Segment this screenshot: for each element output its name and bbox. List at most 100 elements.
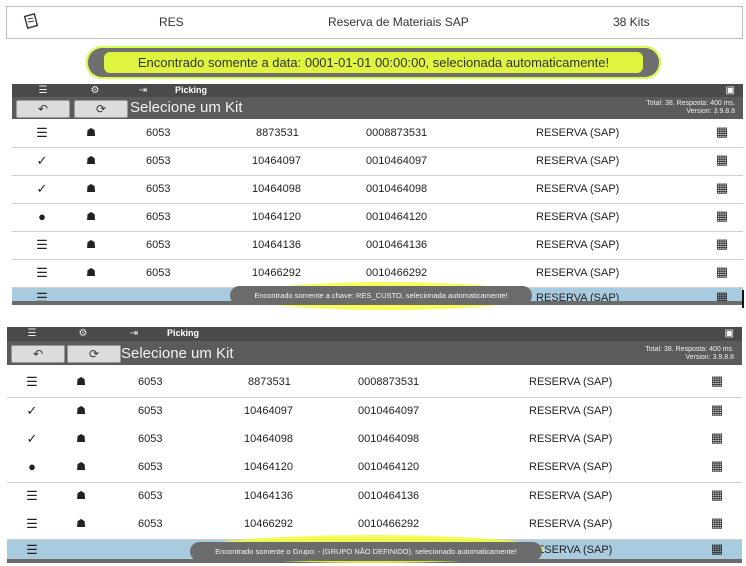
top-menu-bar: ☰ ⚙ ⇥ Picking ▣ <box>7 327 742 341</box>
row-number: 6053 <box>146 239 171 251</box>
menu-icon[interactable]: ☰ <box>34 84 52 97</box>
row-type: RESERVA (SAP) <box>529 433 613 445</box>
row-code: 10466292 <box>244 518 293 530</box>
kit-summary-row[interactable]: RES Reserva de Materiais SAP 38 Kits <box>6 6 743 39</box>
toast-grupo: Encontrado somente o Grupo: - (GRUPO NÃO… <box>190 542 542 561</box>
user-icon: ☗ <box>76 433 86 445</box>
boxes-icon[interactable]: ▦ <box>712 264 732 280</box>
summary-code: RES <box>159 15 184 29</box>
boxes-icon[interactable]: ▦ <box>707 487 727 503</box>
row-number: 6053 <box>138 461 163 473</box>
picking-panel-1: ☰ ⚙ ⇥ Picking ▣ ↶ ⟳ Selecione um Kit Tot… <box>12 84 743 305</box>
stats: Total: 38. Resposta: 400 ms. Version: 3.… <box>646 100 735 116</box>
table-row[interactable]: ✓ ☗ 6053 10464098 0010464098 RESERVA (SA… <box>7 426 742 455</box>
kit-toolbar: ↶ ⟳ Selecione um Kit Total: 38. Resposta… <box>7 341 742 365</box>
picking-panel-2: ☰ ⚙ ⇥ Picking ▣ ↶ ⟳ Selecione um Kit Tot… <box>7 327 742 564</box>
boxes-icon[interactable]: ▦ <box>707 430 727 446</box>
chat-icon: ● <box>28 459 36 474</box>
table-row[interactable]: ☰ ☗ 6053 8873531 0008873531 RESERVA (SAP… <box>7 369 742 398</box>
status-list-icon: ☰ <box>26 542 38 557</box>
row-number: 6053 <box>146 127 171 139</box>
back-button[interactable]: ↶ <box>11 345 65 363</box>
check-icon: ✓ <box>36 153 48 168</box>
boxes-icon[interactable]: ▦ <box>712 152 732 168</box>
row-code-full: 0010464097 <box>366 155 428 167</box>
exit-icon[interactable]: ⇥ <box>125 327 143 340</box>
boxes-icon[interactable]: ▦ <box>707 541 727 557</box>
status-list-icon: ☰ <box>36 125 48 140</box>
boxes-icon[interactable]: ▦ <box>712 180 732 196</box>
refresh-button[interactable]: ⟳ <box>74 100 128 118</box>
boxes-icon[interactable]: ▦ <box>707 515 727 531</box>
row-code-full: 0010466292 <box>366 267 428 279</box>
boxes-icon[interactable]: ▦ <box>712 208 732 224</box>
stats-version: Version: 3.9.8.8 <box>685 354 734 361</box>
boxes-icon[interactable]: ▦ <box>707 458 727 474</box>
row-code-full: 0010464120 <box>366 211 428 223</box>
stats-total: Total: 38. Resposta: 400 ms. <box>646 100 735 107</box>
row-code-full: 0008873531 <box>366 127 428 139</box>
back-button[interactable]: ↶ <box>16 100 70 118</box>
user-icon: ☗ <box>76 518 86 530</box>
row-code-full: 0010464098 <box>366 183 428 195</box>
row-code: 8873531 <box>248 376 291 388</box>
menu-icon[interactable]: ☰ <box>23 327 41 340</box>
refresh-button[interactable]: ⟳ <box>67 345 121 363</box>
row-code: 10464136 <box>252 239 301 251</box>
status-list-icon: ☰ <box>26 488 38 503</box>
check-icon: ✓ <box>26 431 38 446</box>
row-code: 10464097 <box>244 405 293 417</box>
row-number: 6053 <box>146 155 171 167</box>
row-type: RESERVA (SAP) <box>529 376 613 388</box>
user-icon: ☗ <box>86 155 96 167</box>
boxes-icon[interactable]: ▦ <box>712 124 732 140</box>
boxes-icon[interactable]: ▦ <box>707 373 727 389</box>
user-icon[interactable]: ▣ <box>726 84 735 97</box>
kit-toolbar: ↶ ⟳ Selecione um Kit Total: 38. Resposta… <box>12 97 743 119</box>
app-title: Picking <box>175 85 208 95</box>
user-icon: ☗ <box>86 127 96 139</box>
table-row[interactable]: ✓ ☗ 6053 10464098 0010464098 RESERVA (SA… <box>12 176 743 204</box>
table-row[interactable]: ☰ ☗ 6053 10464136 0010464136 RESERVA (SA… <box>12 232 743 260</box>
check-icon: ✓ <box>26 403 38 418</box>
row-code-full: 0008873531 <box>358 376 420 388</box>
top-menu-bar: ☰ ⚙ ⇥ Picking ▣ <box>12 84 743 97</box>
settings-icon[interactable]: ⚙ <box>86 84 104 97</box>
row-number: 6053 <box>146 183 171 195</box>
toast-date: Encontrado somente a data: 0001-01-01 00… <box>86 46 661 79</box>
exit-icon[interactable]: ⇥ <box>134 84 152 97</box>
status-list-icon: ☰ <box>36 265 48 280</box>
table-row[interactable]: ☰ ☗ 6053 10464136 0010464136 RESERVA (SA… <box>7 483 742 512</box>
row-type: RESERVA (SAP) <box>536 183 620 195</box>
user-icon: ☗ <box>76 490 86 502</box>
boxes-icon[interactable]: ▦ <box>712 236 732 252</box>
settings-icon[interactable]: ⚙ <box>74 327 92 340</box>
row-code: 8873531 <box>256 127 299 139</box>
table-row[interactable]: ✓ ☗ 6053 10464097 0010464097 RESERVA (SA… <box>12 148 743 176</box>
row-type: RESERVA (SAP) <box>529 405 613 417</box>
row-type: RESERVA (SAP) <box>536 239 620 251</box>
table-row[interactable]: ✓ ☗ 6053 10464097 0010464097 RESERVA (SA… <box>7 398 742 427</box>
app-title: Picking <box>167 328 200 338</box>
row-code-full: 0010466292 <box>358 518 420 530</box>
row-number: 6053 <box>146 211 171 223</box>
table-row[interactable]: ● ☗ 6053 10464120 0010464120 RESERVA (SA… <box>7 454 742 483</box>
table-row[interactable]: ☰ ☗ 6053 8873531 0008873531 RESERVA (SAP… <box>12 120 743 148</box>
row-code: 10466292 <box>252 267 301 279</box>
row-type: RESERVA (SAP) <box>536 155 620 167</box>
row-number: 6053 <box>138 376 163 388</box>
row-code: 10464120 <box>244 461 293 473</box>
row-code-full: 0010464097 <box>358 405 420 417</box>
user-icon[interactable]: ▣ <box>725 327 734 340</box>
row-type: RESERVA (SAP) <box>529 461 613 473</box>
status-list-icon: ☰ <box>36 237 48 252</box>
row-code: 10464098 <box>252 183 301 195</box>
page-title: Selecione um Kit <box>130 99 243 116</box>
user-icon: ☗ <box>86 267 96 279</box>
row-code: 10464098 <box>244 433 293 445</box>
boxes-icon[interactable]: ▦ <box>707 402 727 418</box>
user-icon: ☗ <box>76 376 86 388</box>
row-code: 10464097 <box>252 155 301 167</box>
user-icon: ☗ <box>86 211 96 223</box>
table-row[interactable]: ● ☗ 6053 10464120 0010464120 RESERVA (SA… <box>12 204 743 232</box>
